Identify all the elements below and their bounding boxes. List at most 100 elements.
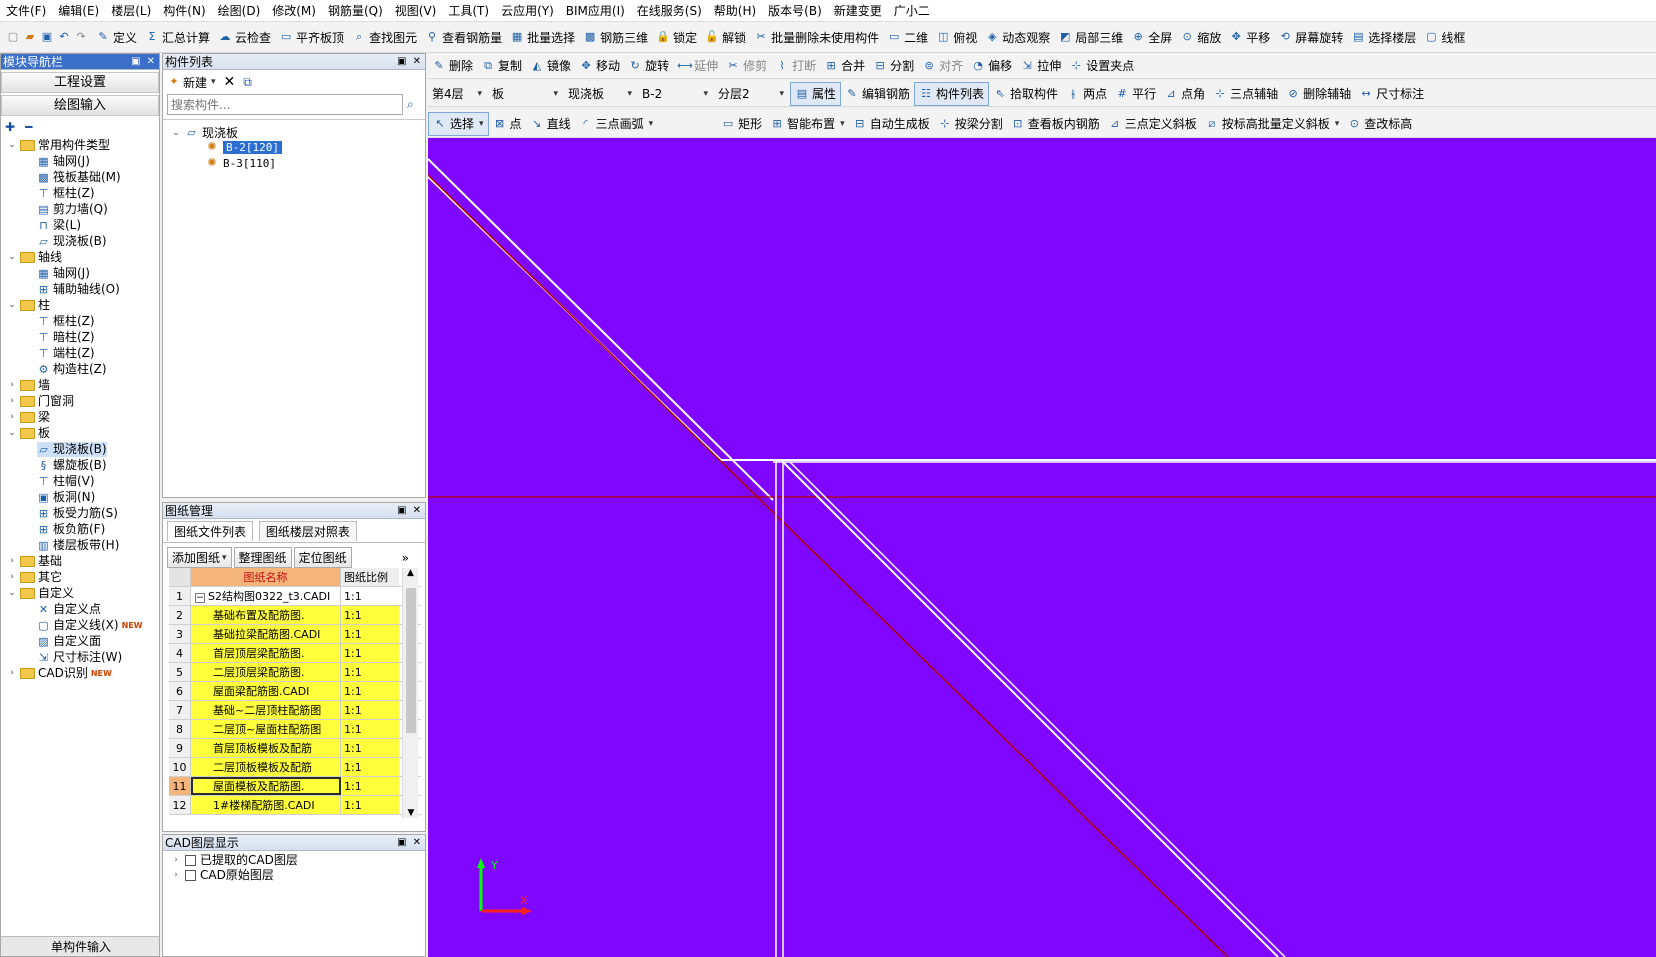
copy-icon[interactable]: ⧉ <box>243 75 252 90</box>
tree-item[interactable]: ▢ 自定义线(X) NEW <box>37 618 142 633</box>
table-row[interactable]: 8 二层顶~屋面柱配筋图 1:1 <box>169 720 421 739</box>
menu-item[interactable]: 文件(F) <box>0 0 52 21</box>
edit-button[interactable]: ⊹ 设置夹点 <box>1065 54 1138 78</box>
draw-button[interactable]: ⊠ 点 <box>489 112 526 136</box>
tree-item[interactable]: ✕ 自定义点 <box>37 602 101 617</box>
undo-icon[interactable]: ↶ <box>57 30 71 44</box>
tree-item[interactable]: ⊞ 辅助轴线(O) <box>37 282 120 297</box>
table-row[interactable]: 10 二层顶板模板及配筋 1:1 <box>169 758 421 777</box>
tree-item[interactable]: ⚙ 构造柱(Z) <box>37 362 107 377</box>
drawing-scale-cell[interactable]: 1:1 <box>341 777 399 795</box>
tree-item[interactable]: ⊤ 框柱(Z) <box>37 314 95 329</box>
draw-button[interactable]: ⊿ 三点定义斜板 <box>1104 112 1201 136</box>
drawing-scale-cell[interactable]: 1:1 <box>341 720 399 738</box>
add-drawing-button[interactable]: 添加图纸 ▾ <box>167 547 232 568</box>
toolbar-button[interactable]: ⊙ 缩放 <box>1176 25 1225 49</box>
member-search-input[interactable] <box>167 94 403 115</box>
collapse-icon[interactable]: − <box>195 593 205 603</box>
drawing-name-cell[interactable]: 二层顶~屋面柱配筋图 <box>191 720 341 738</box>
menu-item[interactable]: 绘图(D) <box>212 0 267 21</box>
tree-folder[interactable]: ⌄ 轴线 <box>7 250 62 265</box>
toolbar-button[interactable]: ⌕ 查找图元 <box>348 25 421 49</box>
property-button[interactable]: ⊿ 点角 <box>1160 82 1209 106</box>
drawing-scale-cell[interactable]: 1:1 <box>341 739 399 757</box>
tree-folder[interactable]: › 基础 <box>7 554 62 569</box>
menu-item[interactable]: 广小二 <box>888 0 936 21</box>
member-select[interactable]: B-2 ▾ <box>638 84 712 104</box>
drawing-name-cell[interactable]: 首层顶层梁配筋图. <box>191 644 341 662</box>
tree-item[interactable]: ▦ 轴网(J) <box>37 154 90 169</box>
tree-folder[interactable]: › 其它 <box>7 570 62 585</box>
edit-button[interactable]: ✎ 删除 <box>428 54 477 78</box>
toolbar-button[interactable]: ⚲ 查看钢筋量 <box>421 25 506 49</box>
table-row[interactable]: 11 屋面模板及配筋图. 1:1 <box>169 777 421 796</box>
tree-item[interactable]: ⊤ 框柱(Z) <box>37 186 95 201</box>
tree-folder[interactable]: › 梁 <box>7 410 50 425</box>
edit-button[interactable]: ✥ 移动 <box>575 54 624 78</box>
draw-button[interactable]: ⊹ 按梁分割 <box>934 112 1007 136</box>
drawing-scale-cell[interactable]: 1:1 <box>341 644 399 662</box>
close-icon[interactable]: ✕ <box>413 505 421 516</box>
tab-drawing-floor-map[interactable]: 图纸楼层对照表 <box>258 521 357 541</box>
menu-item[interactable]: 钢筋量(Q) <box>322 0 389 21</box>
category-select[interactable]: 板 ▾ <box>488 84 562 104</box>
table-row[interactable]: 2 基础布置及配筋图. 1:1 <box>169 606 421 625</box>
drawing-canvas[interactable]: Y X <box>428 138 1656 957</box>
drawing-name-cell[interactable]: 基础~二层顶柱配筋图 <box>191 701 341 719</box>
drawing-name-cell[interactable]: 1#楼梯配筋图.CADI <box>191 796 341 814</box>
pin-icon[interactable]: ▣ <box>397 837 406 848</box>
toolbar-button[interactable]: ◈ 动态观察 <box>981 25 1054 49</box>
checkbox[interactable] <box>185 870 196 881</box>
table-row[interactable]: 6 屋面梁配筋图.CADI 1:1 <box>169 682 421 701</box>
property-button[interactable]: ⇖ 拾取构件 <box>989 82 1062 106</box>
delete-icon[interactable]: ✕ <box>224 74 236 90</box>
property-button[interactable]: # 平行 <box>1111 82 1160 106</box>
expand-all-icon[interactable]: ✚ <box>5 120 15 134</box>
layer-select[interactable]: 分层2 ▾ <box>714 84 788 104</box>
cad-layer-item[interactable]: › 已提取的CAD图层 <box>171 853 417 868</box>
drawing-scale-cell[interactable]: 1:1 <box>341 701 399 719</box>
property-button[interactable]: ↔ 尺寸标注 <box>1355 82 1428 106</box>
chevron-right-icon[interactable]: › <box>7 410 17 425</box>
menu-item[interactable]: 在线服务(S) <box>631 0 708 21</box>
draw-button[interactable]: ⊡ 查看板内钢筋 <box>1007 112 1104 136</box>
property-button[interactable]: ⊘ 删除辅轴 <box>1282 82 1355 106</box>
drawing-scale-cell[interactable]: 1:1 <box>341 758 399 776</box>
tree-folder[interactable]: › CAD识别 NEW <box>7 666 112 681</box>
tree-folder[interactable]: ⌄ 板 <box>7 426 50 441</box>
menu-item[interactable]: 修改(M) <box>266 0 322 21</box>
checkbox[interactable] <box>185 855 196 866</box>
tree-item[interactable]: ⊓ 梁(L) <box>37 218 81 233</box>
chevron-down-icon[interactable]: ⌄ <box>7 250 17 265</box>
tree-folder[interactable]: ⌄ 柱 <box>7 298 50 313</box>
chevron-right-icon[interactable]: › <box>7 394 17 409</box>
toolbar-button[interactable]: 🔒 锁定 <box>652 25 701 49</box>
edit-button[interactable]: ⟷ 延伸 <box>673 54 722 78</box>
close-icon[interactable]: ✕ <box>413 837 421 848</box>
property-button[interactable]: ▤ 属性 <box>790 81 842 106</box>
table-row[interactable]: 12 1#楼梯配筋图.CADI 1:1 <box>169 796 421 815</box>
edit-button[interactable]: ⊜ 对齐 <box>918 54 967 78</box>
chevron-right-icon[interactable]: › <box>7 666 17 681</box>
toolbar-button[interactable]: ▦ 批量选择 <box>506 25 579 49</box>
table-row[interactable]: 5 二层顶层梁配筋图. 1:1 <box>169 663 421 682</box>
property-button[interactable]: ☷ 构件列表 <box>914 81 990 106</box>
tree-item[interactable]: ⊞ 板负筋(F) <box>37 522 105 537</box>
menu-item[interactable]: BIM应用(I) <box>560 0 631 21</box>
tree-folder[interactable]: › 墙 <box>7 378 50 393</box>
toolbar-button[interactable]: Σ 汇总计算 <box>141 25 214 49</box>
organize-drawing-button[interactable]: 整理图纸 <box>233 547 292 568</box>
menu-item[interactable]: 帮助(H) <box>708 0 762 21</box>
collapse-all-icon[interactable]: ━ <box>25 120 32 134</box>
toolbar-button[interactable]: ✂ 批量删除未使用构件 <box>750 25 883 49</box>
toolbar-button[interactable]: ⟲ 屏幕旋转 <box>1274 25 1347 49</box>
tree-item[interactable]: ▤ 剪力墙(Q) <box>37 202 108 217</box>
edit-button[interactable]: ◭ 镜像 <box>526 54 575 78</box>
edit-button[interactable]: ⇲ 拉伸 <box>1016 54 1065 78</box>
more-icon[interactable]: » <box>402 551 409 565</box>
menu-item[interactable]: 编辑(E) <box>52 0 105 21</box>
property-button[interactable]: ✎ 编辑钢筋 <box>841 82 914 106</box>
tree-folder[interactable]: ⌄ 常用构件类型 <box>7 138 110 153</box>
menu-item[interactable]: 云应用(Y) <box>495 0 560 21</box>
draw-button[interactable]: ⊞ 智能布置 ▾ <box>766 112 849 136</box>
